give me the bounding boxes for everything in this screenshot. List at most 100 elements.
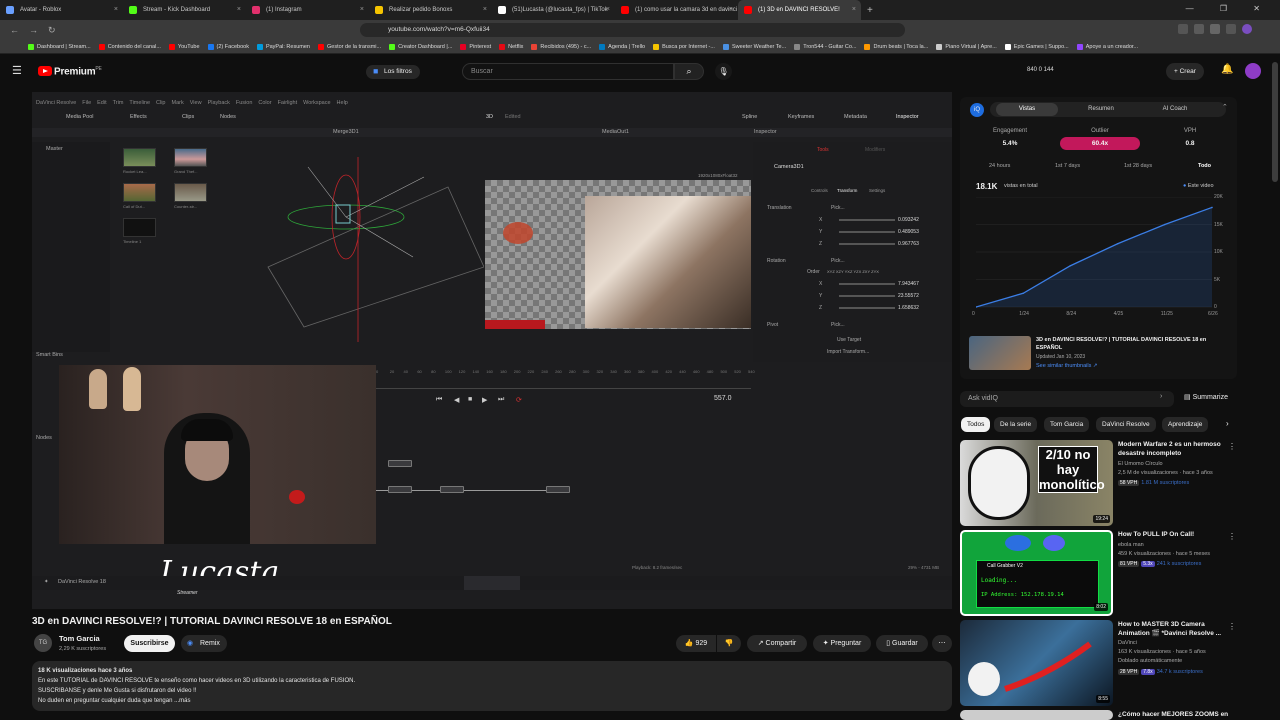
- remix-button[interactable]: ◉ Remix: [181, 635, 227, 652]
- close-tab-icon[interactable]: ×: [360, 0, 364, 20]
- subscribe-button[interactable]: Suscribirse: [124, 635, 175, 652]
- summarize-button[interactable]: ▤ Summarize: [1184, 393, 1228, 401]
- chip-tom-garcia[interactable]: Tom Garcia: [1044, 417, 1090, 432]
- dislike-button[interactable]: 👎: [717, 635, 741, 652]
- account-avatar[interactable]: [1245, 63, 1261, 79]
- bookmark-item[interactable]: Drum beats | Toca la...: [864, 43, 928, 50]
- camera-node[interactable]: [388, 460, 412, 467]
- resolve-menu-item[interactable]: Playback: [208, 100, 230, 106]
- step-back-icon[interactable]: ◀: [454, 396, 459, 404]
- bookmark-item[interactable]: Epic Games | Suppo...: [1004, 43, 1069, 50]
- viewer-3d[interactable]: [228, 147, 484, 347]
- loop-icon[interactable]: ⟳: [516, 396, 522, 404]
- tab-ai-coach[interactable]: AI Coach: [1144, 103, 1206, 116]
- timeline-ruler[interactable]: 0 20 40 60 80 100 120 140 160 180 200 220 240 260 280 3…: [376, 369, 755, 377]
- translation-x-value[interactable]: 0.093242: [898, 217, 919, 223]
- recommendation-channel[interactable]: ebola man: [1118, 542, 1144, 548]
- resolve-menu-item[interactable]: File: [82, 100, 91, 106]
- share-button[interactable]: ↗ Compartir: [747, 635, 807, 652]
- recommendation-thumbnail[interactable]: [960, 710, 1113, 720]
- bookmark-item[interactable]: Busca por Internet -...: [653, 43, 715, 50]
- pick-button[interactable]: Pick...: [831, 258, 845, 264]
- bookmark-item[interactable]: PayPal: Resumen: [256, 43, 310, 50]
- inspector-button[interactable]: Inspector: [896, 114, 919, 126]
- collapse-icon[interactable]: ⌃: [1222, 103, 1228, 111]
- browser-tab[interactable]: Avatar - Roblox ×: [0, 0, 123, 20]
- pick-button[interactable]: Pick...: [831, 205, 845, 211]
- description-box[interactable]: 18 K visualizaciones hace 3 años En este…: [32, 661, 952, 711]
- rotation-z-value[interactable]: 1.658632: [898, 305, 919, 311]
- extension-icon[interactable]: [1178, 24, 1188, 34]
- rotation-x-value[interactable]: 7.943467: [898, 281, 919, 287]
- extension-icon[interactable]: [1210, 24, 1220, 34]
- channel-avatar[interactable]: TG: [34, 634, 52, 652]
- bookmark-item[interactable]: Dashboard | Stream...: [28, 43, 91, 50]
- recommendation-thumbnail[interactable]: 8:55: [960, 620, 1113, 706]
- chip-de-la-serie[interactable]: De la serie: [994, 417, 1038, 432]
- go-to-end-icon[interactable]: ⏭: [498, 396, 504, 404]
- modifiers-tab[interactable]: Modifiers: [865, 147, 885, 153]
- bookmark-item[interactable]: Apoye a un creador...: [1076, 43, 1138, 50]
- search-input[interactable]: Buscar: [462, 63, 674, 80]
- resolve-menu-item[interactable]: Fairlight: [278, 100, 298, 106]
- clip-thumbnail[interactable]: [123, 183, 156, 202]
- range-all[interactable]: Todo: [1198, 163, 1211, 169]
- youtube-logo-icon[interactable]: [38, 66, 52, 76]
- resolve-menu-item[interactable]: Fusion: [236, 100, 253, 106]
- bookmark-item[interactable]: Recibidos (495) - c...: [531, 43, 591, 50]
- bookmark-item[interactable]: Gestor de la transmi...: [317, 43, 381, 50]
- renderer3d-node[interactable]: [440, 486, 464, 493]
- views-dropdown[interactable]: vistas en total: [1004, 183, 1038, 189]
- similar-thumbnails-link[interactable]: See similar thumbnails ↗: [1036, 363, 1097, 369]
- page-scrollbar[interactable]: [1272, 62, 1278, 182]
- browser-tab[interactable]: Realizar pedido Bonoxs ×: [369, 0, 492, 20]
- recommendation-channel[interactable]: DaVinci: [1118, 640, 1137, 646]
- browser-tab[interactable]: Stream - Kick Dashboard ×: [123, 0, 246, 20]
- transform-tab[interactable]: Transform: [837, 188, 857, 193]
- play-icon[interactable]: ▶: [482, 396, 487, 404]
- browser-tab[interactable]: (1) 3D en DAVINCI RESOLVE! ×: [738, 0, 861, 20]
- resolve-menu-item[interactable]: Timeline: [129, 100, 150, 106]
- close-tab-icon[interactable]: ×: [483, 0, 487, 20]
- ask-button[interactable]: ✦ Preguntar: [813, 635, 871, 652]
- bookmark-item[interactable]: Agenda | Trello: [599, 43, 645, 50]
- channel-name[interactable]: Tom Garcia: [59, 634, 100, 643]
- view-3d-label[interactable]: 3D: [486, 114, 493, 126]
- recommendation-item[interactable]: 2/10 no hay monolítico 19:24 Modern Warf…: [960, 440, 1238, 528]
- extension-icon[interactable]: [1226, 24, 1236, 34]
- slider[interactable]: [839, 295, 895, 297]
- nodes-button[interactable]: Nodes: [220, 114, 236, 126]
- recommendation-item[interactable]: 8:55 How to MASTER 3D Camera Animation 🎬…: [960, 620, 1238, 708]
- profile-avatar[interactable]: [1242, 24, 1252, 34]
- more-options-icon[interactable]: ⋮: [1228, 442, 1236, 451]
- slider[interactable]: [839, 231, 895, 233]
- smart-bins[interactable]: Smart Bins: [36, 352, 63, 358]
- resolve-menu-item[interactable]: Help: [337, 100, 348, 106]
- media-pool-button[interactable]: Media Pool: [66, 114, 94, 126]
- effects-button[interactable]: Effects: [130, 114, 147, 126]
- use-target-checkbox[interactable]: Use Target: [837, 337, 861, 343]
- window-controls[interactable]: — ❐ ✕: [1186, 4, 1272, 13]
- chip-davinci-resolve[interactable]: DaVinci Resolve: [1096, 417, 1156, 432]
- timeline-thumbnail[interactable]: [123, 218, 156, 237]
- bookmark-item[interactable]: Tron544 - Guitar Co...: [794, 43, 856, 50]
- range-24h[interactable]: 24 hours: [989, 163, 1010, 169]
- slider[interactable]: [839, 307, 895, 309]
- stop-icon[interactable]: ■: [468, 396, 472, 403]
- fusion-page-tab[interactable]: [464, 576, 520, 590]
- create-button[interactable]: + Crear: [1166, 63, 1204, 80]
- more-options-icon[interactable]: ⋮: [1228, 622, 1236, 631]
- slider[interactable]: [839, 243, 895, 245]
- extension-icon[interactable]: [1194, 24, 1204, 34]
- video-card-thumbnail[interactable]: [969, 336, 1031, 370]
- translation-z-value[interactable]: 0.967763: [898, 241, 919, 247]
- rotation-y-value[interactable]: 23.55572: [898, 293, 919, 299]
- ask-vidiq-input[interactable]: Ask vidIQ: [960, 391, 1174, 407]
- keyframes-button[interactable]: Keyframes: [788, 114, 814, 126]
- resolve-menu-item[interactable]: Workspace: [303, 100, 330, 106]
- clip-thumbnail-selected[interactable]: [174, 183, 207, 202]
- voice-search-button[interactable]: 🎙: [715, 63, 732, 80]
- reload-icon[interactable]: ↻: [48, 25, 56, 36]
- close-tab-icon[interactable]: ×: [606, 0, 610, 20]
- chips-next-icon[interactable]: ›: [1226, 419, 1229, 428]
